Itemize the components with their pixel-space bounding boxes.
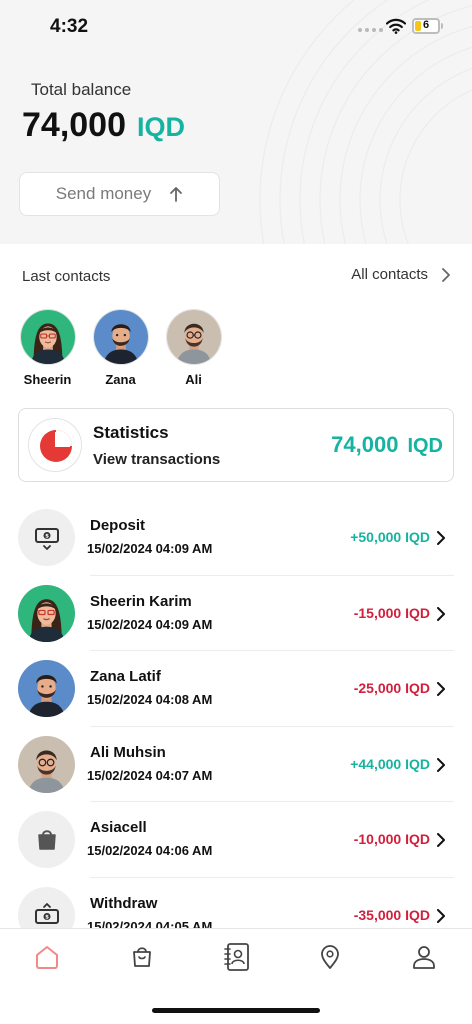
last-contacts-title: Last contacts bbox=[22, 268, 111, 285]
transaction-title: Zana Latif bbox=[90, 668, 161, 685]
pie-chart-icon bbox=[28, 418, 82, 472]
transactions-list: $ Deposit 15/02/2024 04:09 AM +50,000 IQ… bbox=[0, 500, 472, 928]
chevron-right-icon bbox=[437, 757, 445, 772]
transaction-row[interactable]: $ Deposit 15/02/2024 04:09 AM +50,000 IQ… bbox=[0, 500, 472, 576]
contact-name: Zana bbox=[105, 372, 136, 387]
money-withdraw-icon: $ bbox=[18, 886, 75, 928]
transaction-date: 15/02/2024 04:09 AM bbox=[87, 541, 213, 556]
send-money-label: Send money bbox=[55, 184, 152, 203]
transaction-title: Withdraw bbox=[90, 894, 158, 912]
avatar bbox=[18, 660, 75, 717]
chevron-right-icon bbox=[437, 908, 445, 923]
location-pin-icon bbox=[321, 945, 339, 969]
transaction-row[interactable]: $ Withdraw 15/02/2024 04:05 AM -35,000 I… bbox=[0, 878, 472, 929]
shopping-bag-icon bbox=[133, 947, 151, 967]
balance-amount: 74,000 bbox=[22, 106, 126, 144]
transaction-amount: +44,000 IQD bbox=[350, 755, 430, 772]
transaction-date: 15/02/2024 04:09 AM bbox=[87, 616, 213, 632]
battery-level: 6 bbox=[422, 19, 430, 31]
transaction-title: Asiacell bbox=[90, 819, 147, 836]
chevron-right-icon bbox=[442, 267, 450, 282]
contact-name: Ali bbox=[185, 372, 202, 387]
svg-text:$: $ bbox=[45, 533, 49, 539]
total-balance: 74,000 IQD bbox=[22, 106, 185, 145]
transaction-title: Deposit bbox=[90, 517, 146, 534]
all-contacts-label: All contacts bbox=[351, 266, 428, 283]
transaction-amount: -35,000 IQD bbox=[353, 906, 430, 923]
status-time: 4:32 bbox=[50, 16, 89, 37]
chevron-right-icon bbox=[437, 531, 445, 545]
avatar bbox=[19, 309, 76, 365]
transaction-date: 15/02/2024 04:07 AM bbox=[87, 767, 213, 783]
statistics-amount: 74,000 IQD bbox=[331, 432, 443, 458]
transaction-title: Ali Muhsin bbox=[90, 743, 166, 761]
contacts-section-header: Last contacts All contacts bbox=[22, 266, 450, 288]
contacts-row: Sheerin Zana Ali bbox=[19, 309, 222, 387]
statistics-title: Statistics bbox=[93, 423, 169, 442]
send-money-button[interactable]: Send money bbox=[19, 172, 220, 216]
transaction-amount: -10,000 IQD bbox=[353, 831, 430, 847]
contact-ali[interactable]: Ali bbox=[165, 309, 222, 387]
signal-dots-icon bbox=[358, 28, 383, 32]
transaction-amount: -25,000 IQD bbox=[353, 680, 430, 696]
balance-currency: IQD bbox=[137, 112, 186, 142]
battery-icon: 6 bbox=[412, 18, 440, 34]
tab-home[interactable] bbox=[30, 941, 64, 973]
total-balance-label: Total balance bbox=[31, 80, 132, 99]
all-contacts-link[interactable]: All contacts bbox=[351, 266, 450, 283]
transaction-date: 15/02/2024 04:05 AM bbox=[87, 918, 213, 929]
chevron-right-icon bbox=[437, 833, 445, 847]
user-icon bbox=[413, 946, 435, 969]
battery-tip bbox=[441, 23, 443, 29]
chevron-right-icon bbox=[437, 682, 445, 696]
statistics-card[interactable]: Statistics View transactions 74,000 IQD bbox=[18, 408, 454, 482]
avatar bbox=[18, 584, 75, 642]
svg-text:$: $ bbox=[45, 915, 49, 921]
home-indicator bbox=[152, 1008, 320, 1013]
statistics-currency: IQD bbox=[407, 435, 443, 457]
transaction-row[interactable]: Ali Muhsin 15/02/2024 04:07 AM +44,000 I… bbox=[0, 727, 472, 803]
avatar bbox=[92, 309, 149, 365]
wifi-icon bbox=[386, 18, 406, 34]
chevron-right-icon bbox=[437, 606, 445, 621]
transaction-row[interactable]: Sheerin Karim 15/02/2024 04:09 AM -15,00… bbox=[0, 576, 472, 652]
tab-shop[interactable] bbox=[125, 941, 159, 973]
shopping-bag-icon bbox=[18, 811, 75, 868]
tab-location[interactable] bbox=[313, 941, 347, 973]
transaction-amount: -15,000 IQD bbox=[353, 604, 430, 621]
transaction-row[interactable]: Zana Latif 15/02/2024 04:08 AM -25,000 I… bbox=[0, 651, 472, 727]
tab-contacts[interactable] bbox=[219, 941, 253, 973]
transaction-row[interactable]: Asiacell 15/02/2024 04:06 AM -10,000 IQD bbox=[0, 802, 472, 878]
contact-zana[interactable]: Zana bbox=[92, 309, 149, 387]
statistics-amount-value: 74,000 bbox=[331, 432, 399, 457]
avatar bbox=[165, 309, 222, 365]
money-deposit-icon: $ bbox=[18, 509, 75, 566]
transaction-amount: +50,000 IQD bbox=[350, 529, 430, 545]
avatar bbox=[18, 735, 75, 793]
arrow-up-icon bbox=[170, 187, 183, 202]
view-transactions-label: View transactions bbox=[93, 451, 221, 468]
tab-profile[interactable] bbox=[407, 941, 441, 973]
contact-name: Sheerin bbox=[23, 372, 72, 387]
contact-sheerin[interactable]: Sheerin bbox=[19, 309, 76, 387]
status-bar: 4:32 6 bbox=[0, 0, 472, 54]
home-icon bbox=[36, 946, 58, 969]
transaction-title: Sheerin Karim bbox=[90, 592, 192, 610]
transaction-date: 15/02/2024 04:06 AM bbox=[87, 843, 213, 858]
contacts-book-icon bbox=[224, 943, 249, 971]
transaction-date: 15/02/2024 04:08 AM bbox=[87, 692, 213, 707]
